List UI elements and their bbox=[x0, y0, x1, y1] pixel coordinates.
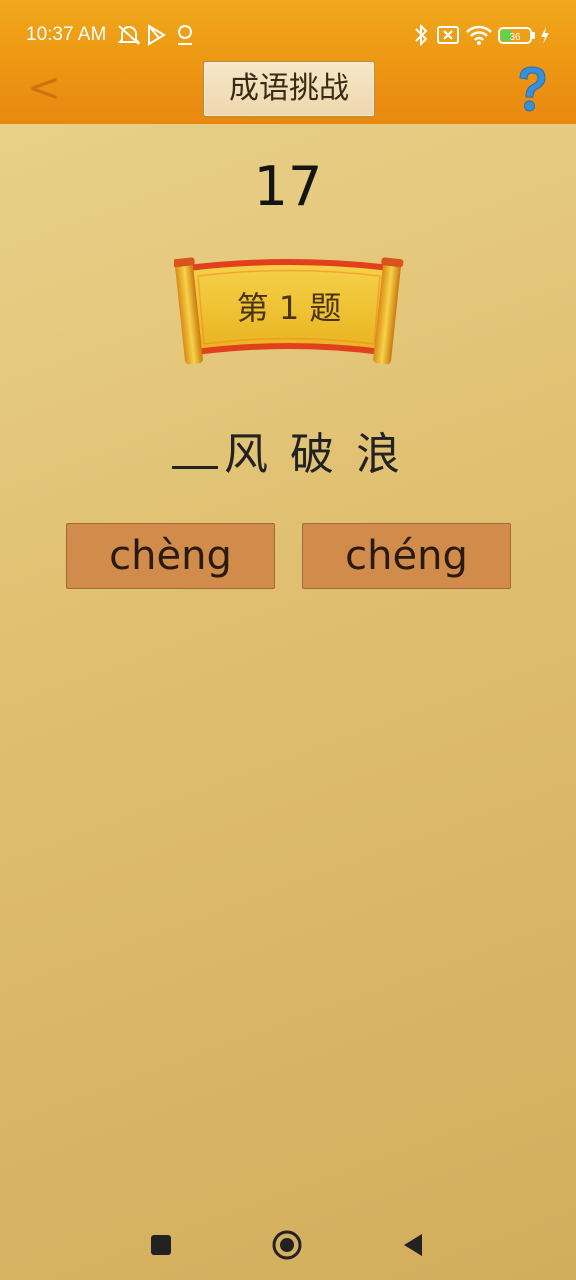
question-number: 第 1 题 bbox=[236, 289, 342, 327]
idiom-char: 破 bbox=[290, 429, 338, 480]
battery-level: 36 bbox=[509, 32, 521, 43]
play-store-icon bbox=[148, 24, 166, 46]
wifi-icon bbox=[466, 25, 492, 45]
back-button[interactable]: < bbox=[24, 64, 64, 112]
countdown-timer: 17 bbox=[253, 155, 323, 218]
idiom-char: 浪 bbox=[356, 429, 404, 480]
blank-slot bbox=[172, 424, 218, 469]
bluetooth-icon bbox=[415, 23, 428, 47]
status-bar: 10:37 AM 36 bbox=[0, 0, 576, 70]
home-icon[interactable] bbox=[272, 1230, 302, 1260]
back-nav-icon[interactable] bbox=[402, 1232, 424, 1258]
idiom-char: 风 bbox=[224, 429, 272, 480]
status-time: 10:37 AM bbox=[26, 24, 107, 45]
location-icon bbox=[178, 25, 192, 45]
help-icon[interactable] bbox=[512, 64, 552, 114]
sim-x-icon bbox=[437, 26, 459, 44]
recent-apps-icon[interactable] bbox=[150, 1234, 172, 1256]
answer-option-2[interactable]: chéng bbox=[302, 523, 511, 589]
charging-icon bbox=[541, 27, 549, 44]
alarm-off-icon bbox=[117, 25, 141, 45]
page-title: 成语挑战 bbox=[203, 61, 375, 117]
answer-option-1[interactable]: chèng bbox=[66, 523, 275, 589]
idiom-text: 风 破 浪 bbox=[0, 418, 576, 482]
system-nav-bar bbox=[0, 1210, 576, 1280]
battery-icon: 36 bbox=[498, 27, 535, 44]
